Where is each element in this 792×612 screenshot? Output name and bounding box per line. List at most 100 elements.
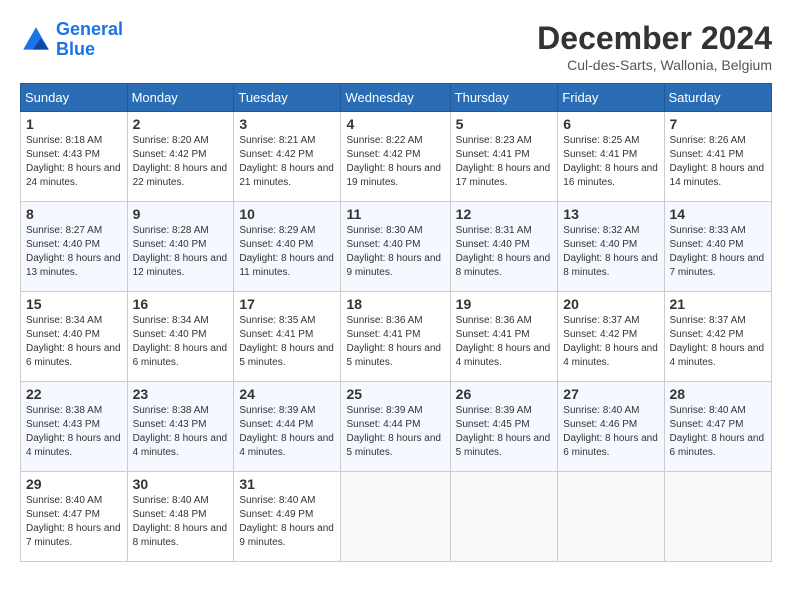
- logo-text: General Blue: [56, 20, 123, 60]
- calendar-week-4: 22 Sunrise: 8:38 AM Sunset: 4:43 PM Dayl…: [21, 382, 772, 472]
- calendar-cell: 1 Sunrise: 8:18 AM Sunset: 4:43 PM Dayli…: [21, 112, 128, 202]
- day-info: Sunrise: 8:37 AM Sunset: 4:42 PM Dayligh…: [670, 314, 766, 370]
- calendar-cell: 9 Sunrise: 8:28 AM Sunset: 4:40 PM Dayli…: [127, 202, 234, 292]
- day-info: Sunrise: 8:23 AM Sunset: 4:41 PM Dayligh…: [456, 134, 553, 190]
- day-number: 14: [670, 206, 766, 222]
- calendar-cell: 28 Sunrise: 8:40 AM Sunset: 4:47 PM Dayl…: [664, 382, 771, 472]
- calendar-cell: 25 Sunrise: 8:39 AM Sunset: 4:44 PM Dayl…: [341, 382, 450, 472]
- day-number: 19: [456, 296, 553, 312]
- day-number: 17: [239, 296, 335, 312]
- day-number: 5: [456, 116, 553, 132]
- calendar-week-1: 1 Sunrise: 8:18 AM Sunset: 4:43 PM Dayli…: [21, 112, 772, 202]
- day-info: Sunrise: 8:31 AM Sunset: 4:40 PM Dayligh…: [456, 224, 553, 280]
- calendar-cell: [450, 472, 558, 562]
- calendar-cell: 13 Sunrise: 8:32 AM Sunset: 4:40 PM Dayl…: [558, 202, 664, 292]
- calendar-cell: 19 Sunrise: 8:36 AM Sunset: 4:41 PM Dayl…: [450, 292, 558, 382]
- weekday-header-row: SundayMondayTuesdayWednesdayThursdayFrid…: [21, 84, 772, 112]
- calendar-cell: 3 Sunrise: 8:21 AM Sunset: 4:42 PM Dayli…: [234, 112, 341, 202]
- day-info: Sunrise: 8:34 AM Sunset: 4:40 PM Dayligh…: [26, 314, 122, 370]
- month-title: December 2024: [537, 20, 772, 57]
- day-info: Sunrise: 8:40 AM Sunset: 4:47 PM Dayligh…: [26, 494, 122, 550]
- calendar-cell: 6 Sunrise: 8:25 AM Sunset: 4:41 PM Dayli…: [558, 112, 664, 202]
- calendar-week-3: 15 Sunrise: 8:34 AM Sunset: 4:40 PM Dayl…: [21, 292, 772, 382]
- day-number: 22: [26, 386, 122, 402]
- calendar-week-2: 8 Sunrise: 8:27 AM Sunset: 4:40 PM Dayli…: [21, 202, 772, 292]
- day-number: 20: [563, 296, 658, 312]
- calendar-cell: [664, 472, 771, 562]
- day-info: Sunrise: 8:26 AM Sunset: 4:41 PM Dayligh…: [670, 134, 766, 190]
- calendar-cell: 29 Sunrise: 8:40 AM Sunset: 4:47 PM Dayl…: [21, 472, 128, 562]
- day-number: 11: [346, 206, 444, 222]
- calendar-cell: 5 Sunrise: 8:23 AM Sunset: 4:41 PM Dayli…: [450, 112, 558, 202]
- day-info: Sunrise: 8:28 AM Sunset: 4:40 PM Dayligh…: [133, 224, 229, 280]
- day-number: 18: [346, 296, 444, 312]
- day-number: 13: [563, 206, 658, 222]
- day-number: 6: [563, 116, 658, 132]
- day-info: Sunrise: 8:36 AM Sunset: 4:41 PM Dayligh…: [346, 314, 444, 370]
- weekday-header-friday: Friday: [558, 84, 664, 112]
- day-number: 26: [456, 386, 553, 402]
- day-number: 7: [670, 116, 766, 132]
- calendar-cell: 14 Sunrise: 8:33 AM Sunset: 4:40 PM Dayl…: [664, 202, 771, 292]
- weekday-header-tuesday: Tuesday: [234, 84, 341, 112]
- day-number: 4: [346, 116, 444, 132]
- day-info: Sunrise: 8:40 AM Sunset: 4:46 PM Dayligh…: [563, 404, 658, 460]
- day-info: Sunrise: 8:40 AM Sunset: 4:49 PM Dayligh…: [239, 494, 335, 550]
- weekday-header-wednesday: Wednesday: [341, 84, 450, 112]
- day-number: 31: [239, 476, 335, 492]
- day-info: Sunrise: 8:27 AM Sunset: 4:40 PM Dayligh…: [26, 224, 122, 280]
- calendar-cell: 21 Sunrise: 8:37 AM Sunset: 4:42 PM Dayl…: [664, 292, 771, 382]
- logo: General Blue: [20, 20, 123, 60]
- day-number: 21: [670, 296, 766, 312]
- calendar-week-5: 29 Sunrise: 8:40 AM Sunset: 4:47 PM Dayl…: [21, 472, 772, 562]
- day-number: 1: [26, 116, 122, 132]
- calendar-cell: 2 Sunrise: 8:20 AM Sunset: 4:42 PM Dayli…: [127, 112, 234, 202]
- calendar-cell: 22 Sunrise: 8:38 AM Sunset: 4:43 PM Dayl…: [21, 382, 128, 472]
- calendar-cell: [341, 472, 450, 562]
- day-info: Sunrise: 8:22 AM Sunset: 4:42 PM Dayligh…: [346, 134, 444, 190]
- day-info: Sunrise: 8:25 AM Sunset: 4:41 PM Dayligh…: [563, 134, 658, 190]
- day-number: 16: [133, 296, 229, 312]
- weekday-header-monday: Monday: [127, 84, 234, 112]
- day-info: Sunrise: 8:38 AM Sunset: 4:43 PM Dayligh…: [133, 404, 229, 460]
- calendar-cell: 11 Sunrise: 8:30 AM Sunset: 4:40 PM Dayl…: [341, 202, 450, 292]
- day-info: Sunrise: 8:37 AM Sunset: 4:42 PM Dayligh…: [563, 314, 658, 370]
- day-info: Sunrise: 8:35 AM Sunset: 4:41 PM Dayligh…: [239, 314, 335, 370]
- day-info: Sunrise: 8:18 AM Sunset: 4:43 PM Dayligh…: [26, 134, 122, 190]
- day-info: Sunrise: 8:32 AM Sunset: 4:40 PM Dayligh…: [563, 224, 658, 280]
- calendar-table: SundayMondayTuesdayWednesdayThursdayFrid…: [20, 83, 772, 562]
- calendar-cell: 27 Sunrise: 8:40 AM Sunset: 4:46 PM Dayl…: [558, 382, 664, 472]
- calendar-cell: 20 Sunrise: 8:37 AM Sunset: 4:42 PM Dayl…: [558, 292, 664, 382]
- day-number: 15: [26, 296, 122, 312]
- day-info: Sunrise: 8:21 AM Sunset: 4:42 PM Dayligh…: [239, 134, 335, 190]
- title-section: December 2024 Cul-des-Sarts, Wallonia, B…: [537, 20, 772, 73]
- calendar-cell: 16 Sunrise: 8:34 AM Sunset: 4:40 PM Dayl…: [127, 292, 234, 382]
- day-number: 2: [133, 116, 229, 132]
- day-number: 9: [133, 206, 229, 222]
- logo-icon: [20, 24, 52, 56]
- day-number: 28: [670, 386, 766, 402]
- day-number: 10: [239, 206, 335, 222]
- day-info: Sunrise: 8:40 AM Sunset: 4:48 PM Dayligh…: [133, 494, 229, 550]
- calendar-cell: 24 Sunrise: 8:39 AM Sunset: 4:44 PM Dayl…: [234, 382, 341, 472]
- day-info: Sunrise: 8:34 AM Sunset: 4:40 PM Dayligh…: [133, 314, 229, 370]
- calendar-cell: 4 Sunrise: 8:22 AM Sunset: 4:42 PM Dayli…: [341, 112, 450, 202]
- weekday-header-saturday: Saturday: [664, 84, 771, 112]
- calendar-cell: 31 Sunrise: 8:40 AM Sunset: 4:49 PM Dayl…: [234, 472, 341, 562]
- day-info: Sunrise: 8:39 AM Sunset: 4:44 PM Dayligh…: [239, 404, 335, 460]
- calendar-cell: 12 Sunrise: 8:31 AM Sunset: 4:40 PM Dayl…: [450, 202, 558, 292]
- calendar-cell: 30 Sunrise: 8:40 AM Sunset: 4:48 PM Dayl…: [127, 472, 234, 562]
- day-number: 30: [133, 476, 229, 492]
- calendar-cell: 15 Sunrise: 8:34 AM Sunset: 4:40 PM Dayl…: [21, 292, 128, 382]
- calendar-cell: 23 Sunrise: 8:38 AM Sunset: 4:43 PM Dayl…: [127, 382, 234, 472]
- day-number: 24: [239, 386, 335, 402]
- day-info: Sunrise: 8:39 AM Sunset: 4:44 PM Dayligh…: [346, 404, 444, 460]
- location-subtitle: Cul-des-Sarts, Wallonia, Belgium: [537, 57, 772, 73]
- calendar-cell: 8 Sunrise: 8:27 AM Sunset: 4:40 PM Dayli…: [21, 202, 128, 292]
- weekday-header-sunday: Sunday: [21, 84, 128, 112]
- day-number: 3: [239, 116, 335, 132]
- calendar-cell: [558, 472, 664, 562]
- day-number: 12: [456, 206, 553, 222]
- calendar-cell: 7 Sunrise: 8:26 AM Sunset: 4:41 PM Dayli…: [664, 112, 771, 202]
- day-info: Sunrise: 8:20 AM Sunset: 4:42 PM Dayligh…: [133, 134, 229, 190]
